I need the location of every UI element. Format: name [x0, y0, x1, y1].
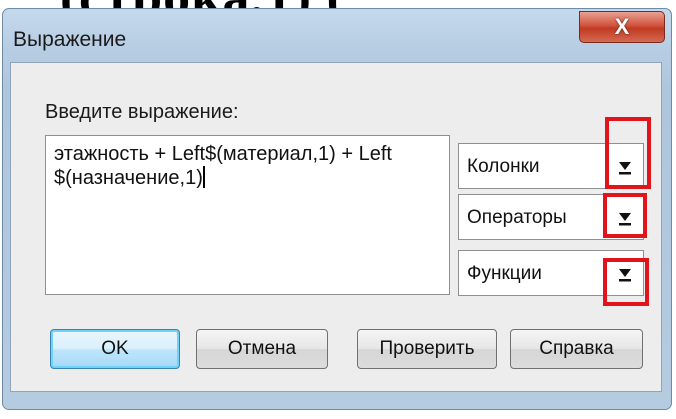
close-icon: X — [614, 14, 630, 39]
operators-dropdown-label: Операторы — [467, 207, 567, 228]
text-cursor — [202, 166, 205, 188]
cancel-button[interactable]: Отмена — [196, 329, 328, 369]
columns-dropdown-label: Колонки — [467, 156, 540, 177]
check-button[interactable]: Проверить — [357, 329, 497, 369]
functions-dropdown-label: Функции — [467, 263, 542, 284]
expression-prompt-label: Введите выражение: — [45, 101, 239, 123]
window-title: Выражение — [13, 28, 127, 51]
highlight-box-functions-arrow — [603, 258, 649, 306]
highlight-box-columns-arrow — [605, 117, 651, 189]
ok-button[interactable]: OK — [50, 329, 180, 369]
expression-input[interactable]: этажность + Left$(материал,1) + Left $(н… — [45, 135, 450, 295]
help-button[interactable]: Справка — [510, 329, 643, 369]
close-button[interactable]: X — [579, 11, 665, 43]
expression-text: этажность + Left$(материал,1) + Left $(н… — [54, 143, 392, 189]
bottom-edge — [0, 410, 676, 419]
highlight-box-operators-arrow — [603, 193, 647, 238]
